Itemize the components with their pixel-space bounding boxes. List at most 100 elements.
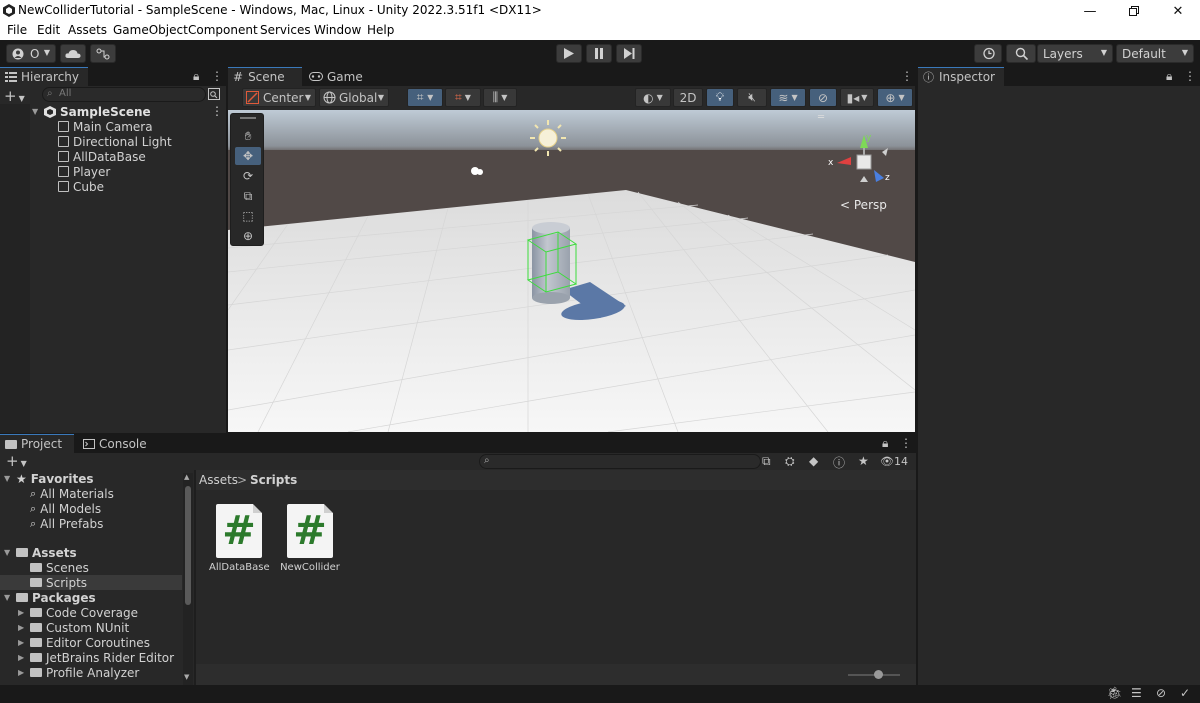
collab-button[interactable] [90,44,116,63]
increment-snap-toggle[interactable]: ⫼ ▼ [483,88,517,107]
more-options-icon[interactable]: ⋮ [211,69,223,83]
menu-component[interactable]: Component [188,23,258,37]
step-button[interactable] [616,44,642,63]
menu-window[interactable]: Window [314,23,361,37]
search-window-icon[interactable]: ⧉ [762,454,771,469]
tab-inspector[interactable]: ⓘ Inspector [918,67,1004,86]
tree-scrollbar[interactable]: ▲ ▼ [183,473,193,685]
package-profile-analyzer[interactable]: ▶ Profile Analyzer [18,665,139,680]
overlay-handle-icon[interactable]: ═ [818,112,824,123]
transform-tool-button[interactable]: ⊕ [235,227,261,245]
hierarchy-item-player[interactable]: Player [0,164,224,179]
progress-check-icon[interactable]: ✓ [1180,686,1190,700]
favorite-item-all-models[interactable]: ⌕ All Models [30,501,101,516]
folder-scripts[interactable]: Scripts [0,575,182,590]
shading-mode-dropdown[interactable]: ◐ ▼ [635,88,671,107]
folder-scenes[interactable]: Scenes [30,560,89,575]
favorite-star-icon[interactable]: ★ [858,454,869,468]
2d-toggle[interactable]: 2D [673,88,703,107]
space-dropdown[interactable]: Global ▼ [319,88,389,107]
layers-dropdown[interactable]: Layers ▼ [1037,44,1113,63]
menu-assets[interactable]: Assets [68,23,107,37]
history-button[interactable] [974,44,1002,63]
close-button[interactable]: ✕ [1156,0,1200,22]
lighting-toggle[interactable]: 💡︎ [706,88,734,107]
package-editor-coroutines[interactable]: ▶ Editor Coroutines [18,635,150,650]
scene-search-button[interactable] [208,88,220,103]
filter-by-type-icon[interactable]: ⛭ [785,454,795,469]
more-options-icon[interactable]: ⋮ [901,69,913,83]
menu-gameobject[interactable]: GameObject [113,23,188,37]
hidden-packages-toggle[interactable]: 👁︎14 [880,455,908,468]
hierarchy-scene-row[interactable]: ▼ SampleScene ⋮ [0,104,224,119]
search-button[interactable] [1006,44,1036,63]
move-tool-button[interactable]: ✥ [235,147,261,165]
debug-bug-icon[interactable]: 🐞︎ [1107,686,1122,700]
hierarchy-item-cube[interactable]: Cube [0,179,224,194]
lock-icon[interactable]: 🔒︎ [1166,69,1172,84]
more-options-icon[interactable]: ⋮ [900,436,912,450]
assets-row[interactable]: ▼ Assets [4,545,77,560]
scene-viewport[interactable]: y x z < Persp ═ [228,110,915,432]
account-dropdown[interactable]: O ▼ [6,44,56,63]
camera-settings-dropdown[interactable]: ▮◂ ▼ [840,88,874,107]
asset-alldatabase[interactable]: # AllDataBase [209,504,270,573]
more-options-icon[interactable]: ⋮ [211,104,223,118]
effects-dropdown[interactable]: ≋ ▼ [770,88,806,107]
add-button[interactable]: + ▼ [4,87,25,105]
favorite-item-all-materials[interactable]: ⌕ All Materials [30,486,114,501]
scene-visibility-toggle[interactable]: ⊘ [809,88,837,107]
favorite-item-all-prefabs[interactable]: ⌕ All Prefabs [30,516,103,531]
filter-by-label-icon[interactable]: ◆ [809,454,818,468]
asset-newcollider[interactable]: # NewCollider [280,504,340,573]
grid-visibility-toggle[interactable]: ⌗ ▼ [445,88,481,107]
tab-scene[interactable]: # Scene [228,67,302,86]
hierarchy-search-input[interactable]: ⌕ All [42,87,206,102]
tab-hierarchy[interactable]: Hierarchy [0,67,88,86]
menu-services[interactable]: Services [260,23,311,37]
projection-toggle[interactable]: < Persp [840,198,887,212]
layout-dropdown[interactable]: Default ▼ [1116,44,1194,63]
auto-generate-lighting-icon[interactable]: ⊘ [1156,686,1166,700]
cache-server-icon[interactable]: ☰ [1131,686,1142,700]
tab-console[interactable]: Console [78,434,152,453]
scale-tool-button[interactable]: ⧉ [235,187,261,205]
package-code-coverage[interactable]: ▶ Code Coverage [18,605,138,620]
package-jetbrains-rider[interactable]: ▶ JetBrains Rider Editor [18,650,174,665]
package-custom-nunit[interactable]: ▶ Custom NUnit [18,620,129,635]
lock-icon[interactable]: 🔒︎ [193,69,199,84]
menu-edit[interactable]: Edit [37,23,60,37]
tools-overlay: ✋︎ ✥ ⟳ ⧉ ⬚ ⊕ [230,113,264,246]
audio-toggle[interactable]: 🔇︎ [737,88,767,107]
menu-file[interactable]: File [7,23,27,37]
pivot-dropdown[interactable]: Center ▼ [242,88,316,107]
create-button[interactable]: + ▼ [6,452,27,470]
tree-scrollbar-thumb[interactable] [185,486,191,605]
cloud-button[interactable] [60,44,86,63]
maximize-button[interactable] [1112,0,1156,22]
tab-game[interactable]: Game [304,67,370,86]
breadcrumb-assets[interactable]: Assets [199,473,238,487]
favorites-row[interactable]: ▼ ★ Favorites [4,471,93,486]
filter-by-type-warning-icon[interactable]: ⓘ [833,454,845,471]
breadcrumb-scripts[interactable]: Scripts [250,473,297,487]
project-search-input[interactable]: ⌕ [479,454,761,469]
tab-project[interactable]: Project [0,434,74,453]
hierarchy-item-directional-light[interactable]: Directional Light [0,134,224,149]
rect-tool-button[interactable]: ⬚ [235,207,261,225]
overlay-drag-handle[interactable] [240,117,256,119]
menu-help[interactable]: Help [367,23,394,37]
hierarchy-item-main-camera[interactable]: Main Camera [0,119,224,134]
hierarchy-item-alldatabase[interactable]: AllDataBase [0,149,224,164]
rotate-tool-button[interactable]: ⟳ [235,167,261,185]
lock-icon[interactable]: 🔒︎ [882,436,888,451]
more-options-icon[interactable]: ⋮ [1184,69,1196,83]
hand-tool-button[interactable]: ✋︎ [235,127,261,145]
gizmos-dropdown[interactable]: ⊕ ▼ [877,88,913,107]
grid-snapping-toggle[interactable]: ⌗ ▾ [407,88,443,107]
pause-button[interactable] [586,44,612,63]
play-button[interactable] [556,44,582,63]
packages-row[interactable]: ▼ Packages [4,590,96,605]
minimize-button[interactable]: — [1068,0,1112,22]
icon-size-slider-thumb[interactable] [874,670,883,679]
